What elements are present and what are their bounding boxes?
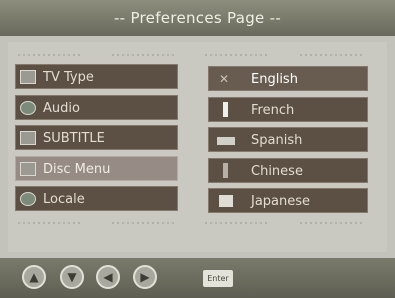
remote-hint-bar: ▲ ▼ ◀ ▶ Enter bbox=[0, 258, 395, 298]
option-english[interactable]: ✕ English bbox=[208, 66, 368, 91]
option-japanese[interactable]: Japanese bbox=[208, 188, 368, 213]
china-flag-icon bbox=[223, 162, 228, 178]
option-label: English bbox=[251, 72, 298, 87]
menu-item-label: TV Type bbox=[43, 70, 94, 85]
up-arrow-icon[interactable]: ▲ bbox=[22, 265, 46, 289]
down-arrow-icon[interactable]: ▼ bbox=[60, 265, 84, 289]
option-label: Spanish bbox=[251, 133, 303, 148]
globe-icon bbox=[20, 192, 36, 206]
right-arrow-icon[interactable]: ▶ bbox=[133, 265, 157, 289]
tv-icon bbox=[20, 70, 36, 84]
left-arrow-icon[interactable]: ◀ bbox=[96, 265, 120, 289]
subtitle-icon bbox=[20, 131, 36, 145]
menu-item-audio[interactable]: Audio bbox=[15, 94, 178, 120]
divider bbox=[300, 54, 364, 56]
divider bbox=[18, 54, 82, 56]
japan-flag-icon bbox=[219, 195, 233, 207]
menu-item-label: SUBTITLE bbox=[43, 131, 105, 146]
option-label: Japanese bbox=[251, 194, 311, 209]
language-options-menu: ✕ English French Spanish Chinese Japanes… bbox=[208, 66, 368, 219]
disc-menu-icon bbox=[20, 161, 36, 176]
menu-item-label: Locale bbox=[43, 192, 85, 207]
menu-item-locale[interactable]: Locale bbox=[15, 186, 178, 211]
page-title: -- Preferences Page -- bbox=[0, 0, 395, 36]
divider bbox=[18, 222, 82, 224]
enter-button[interactable]: Enter bbox=[203, 270, 233, 287]
menu-item-label: Disc Menu bbox=[43, 161, 111, 177]
divider bbox=[112, 222, 176, 224]
option-spanish[interactable]: Spanish bbox=[208, 127, 368, 152]
menu-item-label: Audio bbox=[43, 100, 80, 116]
divider bbox=[205, 222, 269, 224]
divider bbox=[112, 54, 176, 56]
option-label: French bbox=[251, 102, 295, 118]
option-label: Chinese bbox=[251, 163, 303, 179]
spain-flag-icon bbox=[217, 137, 235, 145]
divider bbox=[300, 222, 364, 224]
france-flag-icon bbox=[223, 101, 228, 117]
settings-category-menu: TV Type Audio SUBTITLE Disc Menu Locale bbox=[15, 64, 178, 217]
menu-item-subtitle[interactable]: SUBTITLE bbox=[15, 125, 178, 150]
divider bbox=[205, 54, 269, 56]
menu-item-disc-menu[interactable]: Disc Menu bbox=[15, 155, 178, 181]
option-chinese[interactable]: Chinese bbox=[208, 157, 368, 183]
uk-flag-icon: ✕ bbox=[219, 72, 230, 86]
speaker-icon bbox=[20, 100, 36, 115]
option-french[interactable]: French bbox=[208, 96, 368, 122]
preferences-screen: -- Preferences Page -- TV Type Audio SUB… bbox=[0, 0, 395, 298]
menu-item-tv-type[interactable]: TV Type bbox=[15, 64, 178, 89]
